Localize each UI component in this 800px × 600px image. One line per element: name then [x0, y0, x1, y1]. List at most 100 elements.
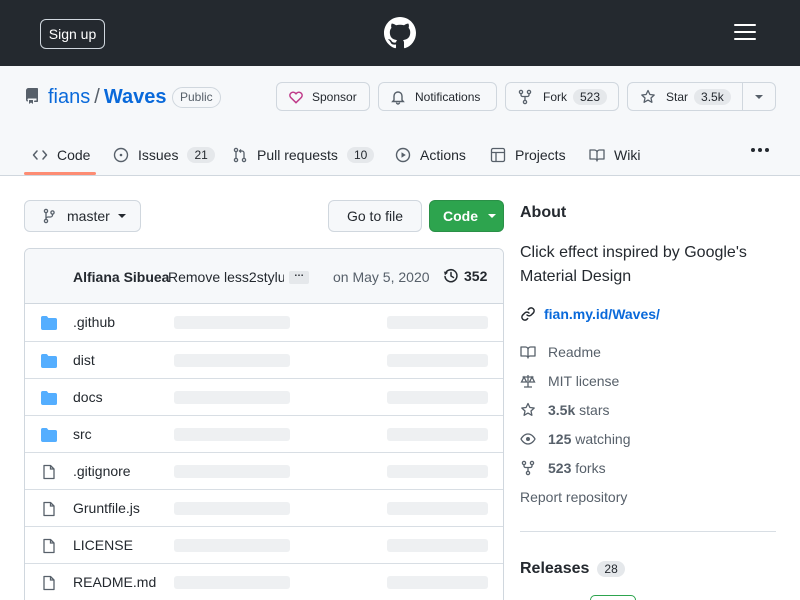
commit-date: on May 5, 2020 [333, 269, 430, 285]
file-name[interactable]: README.md [73, 574, 156, 590]
license-link[interactable]: MIT license [520, 373, 619, 389]
report-repository-link[interactable]: Report repository [520, 489, 627, 505]
file-name[interactable]: LICENSE [73, 537, 133, 553]
chevron-down-icon [488, 214, 496, 218]
fork-icon [521, 460, 535, 476]
folder-icon [41, 353, 57, 372]
sponsor-button[interactable]: Sponsor [276, 82, 370, 111]
tab-code-label: Code [57, 147, 91, 163]
sign-up-button[interactable]: Sign up [40, 19, 105, 49]
menu-hamburger-icon[interactable] [734, 24, 756, 40]
notifications-label: Notifications [415, 89, 481, 104]
forks-link[interactable]: 523 forks [520, 460, 606, 476]
file-row[interactable]: src [25, 415, 503, 452]
commit-history-link[interactable]: 352 [443, 268, 487, 284]
star-button-group: Star 3.5k [627, 82, 776, 111]
sponsor-label: Sponsor [312, 89, 357, 104]
repo-owner-link[interactable]: fians [48, 86, 90, 108]
file-row[interactable]: README.md [25, 563, 503, 600]
tab-wiki-label: Wiki [614, 147, 641, 163]
commit-date-skeleton [387, 502, 488, 515]
code-dropdown-button[interactable]: Code [429, 200, 504, 232]
eye-icon [520, 433, 536, 445]
commit-expand-button[interactable]: … [289, 269, 309, 284]
file-row[interactable]: LICENSE [25, 526, 503, 563]
watching-count: 125 [548, 431, 572, 447]
link-icon [521, 307, 535, 321]
commit-message-skeleton [174, 539, 290, 552]
commit-author[interactable]: Alfiana Sibuea [73, 269, 169, 285]
file-name[interactable]: .gitignore [73, 463, 131, 479]
file-row[interactable]: .github [25, 304, 503, 341]
folder-icon [41, 315, 57, 334]
file-name[interactable]: .github [73, 314, 115, 330]
folder-icon [41, 427, 57, 446]
fork-button[interactable]: Fork 523 [505, 82, 619, 111]
tab-code[interactable]: Code [32, 141, 90, 169]
stars-count: 3.5k [548, 402, 576, 418]
watchers-link[interactable]: 125 watching [520, 431, 631, 447]
tab-actions[interactable]: Actions [395, 141, 466, 169]
star-label: Star [666, 89, 689, 104]
star-icon [641, 89, 655, 103]
book-icon [589, 149, 605, 162]
homepage-link-label: fian.my.id/Waves/ [544, 306, 660, 322]
repo-name-link[interactable]: Waves [104, 86, 167, 108]
file-row[interactable]: .gitignore [25, 452, 503, 489]
watching-text: 125 watching [548, 431, 631, 447]
tab-projects-label: Projects [515, 147, 566, 163]
watching-word: watching [575, 431, 631, 447]
pull-request-icon [233, 147, 247, 163]
notifications-button[interactable]: Notifications [378, 82, 497, 111]
tab-pull-requests[interactable]: Pull requests 10 [232, 141, 375, 169]
file-row[interactable]: docs [25, 378, 503, 415]
stars-text: 3.5k stars [548, 402, 609, 418]
commit-message-skeleton [174, 391, 290, 404]
about-heading: About [520, 204, 567, 221]
file-row[interactable]: Gruntfile.js [25, 489, 503, 526]
about-description: Click effect inspired by Google's Materi… [520, 244, 747, 285]
sidebar-divider [520, 531, 776, 532]
commit-date-skeleton [387, 428, 488, 441]
star-count: 3.5k [694, 88, 731, 105]
history-icon [443, 268, 458, 283]
star-button[interactable]: Star 3.5k [628, 83, 744, 110]
commit-date-skeleton [387, 539, 488, 552]
tab-wiki[interactable]: Wiki [589, 141, 640, 169]
latest-release-badge [590, 595, 636, 600]
stars-link[interactable]: 3.5k stars [520, 402, 609, 418]
forks-word: forks [575, 460, 606, 476]
more-tabs-kebab-icon[interactable] [751, 148, 769, 152]
file-name[interactable]: docs [73, 389, 103, 405]
file-name[interactable]: dist [73, 352, 95, 368]
branch-select-button[interactable]: master [24, 200, 141, 232]
heart-icon [289, 90, 303, 104]
commit-message-skeleton [174, 316, 290, 329]
releases-count: 28 [597, 561, 625, 577]
file-name[interactable]: src [73, 426, 92, 442]
commit-date-skeleton [387, 576, 488, 589]
selected-tab-indicator [24, 172, 96, 175]
file-row[interactable]: dist [25, 341, 503, 378]
commit-message[interactable]: Remove less2stylus [168, 269, 284, 285]
commit-message-skeleton [174, 354, 290, 367]
issue-opened-icon [113, 147, 129, 163]
readme-link[interactable]: Readme [520, 344, 601, 360]
homepage-link[interactable]: fian.my.id/Waves/ [520, 306, 660, 322]
go-to-file-button[interactable]: Go to file [328, 200, 422, 232]
github-logo-icon[interactable] [384, 17, 416, 49]
chevron-down-icon [755, 94, 764, 99]
site-header: Sign up [0, 0, 800, 66]
tab-pull-requests-count: 10 [346, 147, 375, 163]
tab-issues[interactable]: Issues 21 [113, 141, 215, 169]
star-list-dropdown[interactable] [743, 83, 775, 110]
commit-date-skeleton [387, 465, 488, 478]
tab-projects[interactable]: Projects [490, 141, 566, 169]
stars-word: stars [579, 402, 610, 418]
fork-label: Fork [543, 89, 567, 104]
repo-separator: / [94, 86, 100, 108]
releases-heading[interactable]: Releases 28 [520, 560, 625, 578]
fork-icon [518, 89, 532, 104]
commit-date-skeleton [387, 316, 488, 329]
file-name[interactable]: Gruntfile.js [73, 500, 140, 516]
